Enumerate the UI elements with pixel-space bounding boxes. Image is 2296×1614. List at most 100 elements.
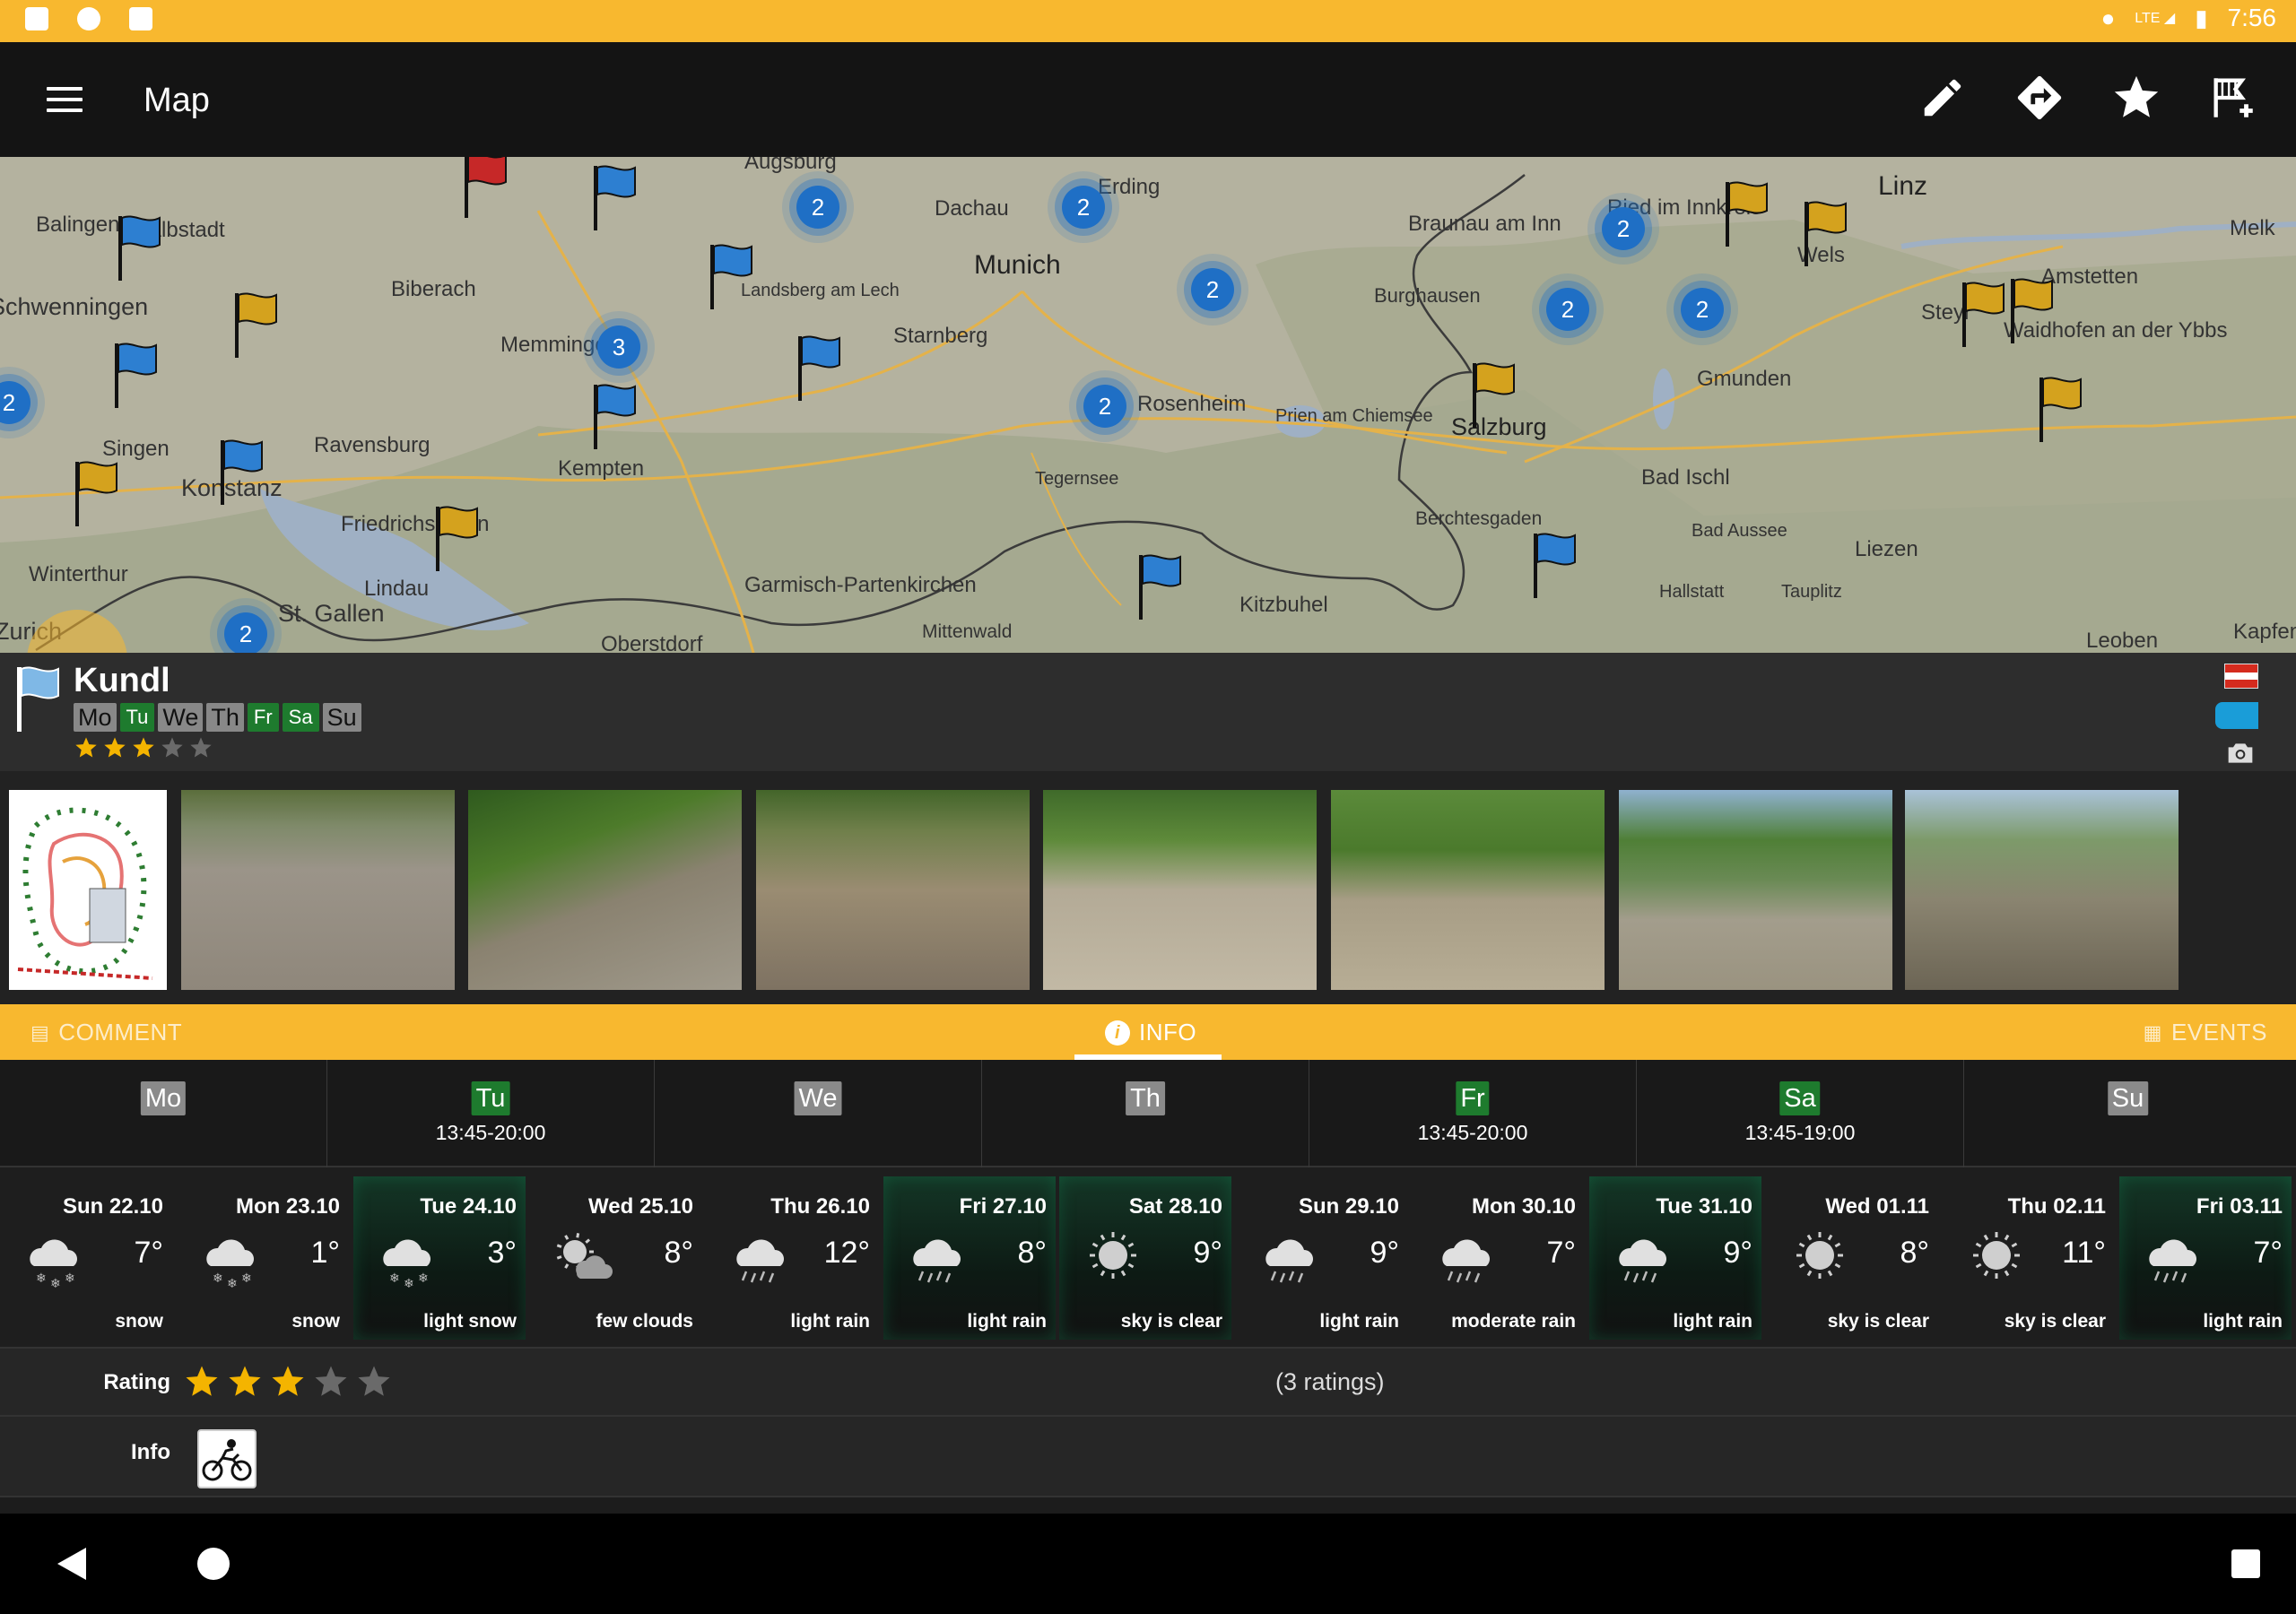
yellow-flag-marker[interactable] xyxy=(429,503,483,575)
map-label-liezen: Liezen xyxy=(1855,537,1918,561)
yellow-flag-marker[interactable] xyxy=(1955,279,2009,351)
blue-flag-marker[interactable] xyxy=(1132,551,1186,623)
blue-flag-marker[interactable] xyxy=(791,333,845,404)
sync-notification-icon xyxy=(77,7,100,30)
day-badge-th: Th xyxy=(206,703,244,732)
weather-day-card[interactable]: Mon 30.10 7° moderate rain xyxy=(1413,1176,1585,1340)
weather-temperature: 3° xyxy=(487,1236,517,1270)
track-photo[interactable] xyxy=(1043,790,1317,990)
weather-day-card[interactable]: Thu 26.10 12° light rain xyxy=(707,1176,879,1340)
tab-info[interactable]: i INFO xyxy=(1105,1019,1196,1046)
weather-forecast-strip[interactable]: Sun 22.10 ❄ ❄ ❄ 7° snow Mon 23.10 ❄ ❄ ❄ 1° snow Tue … xyxy=(0,1167,2296,1347)
svg-text:❄: ❄ xyxy=(241,1271,252,1285)
blue-flag-marker[interactable] xyxy=(111,213,165,284)
tab-comment[interactable]: ▤ COMMENT xyxy=(30,1019,182,1046)
sun-icon xyxy=(1796,1232,1843,1279)
day-badge-we: We xyxy=(158,703,204,732)
track-header[interactable]: Kundl Mo Tu We Th Fr Sa Su xyxy=(0,653,2296,771)
map-cluster-marker[interactable]: 2 xyxy=(796,186,839,229)
blue-flag-marker[interactable] xyxy=(108,340,161,412)
rating-stars-input[interactable] xyxy=(183,1363,393,1401)
category-tag xyxy=(2215,702,2258,729)
weather-day-card[interactable]: Sat 28.10 9° sky is clear xyxy=(1059,1176,1231,1340)
weather-day-card[interactable]: Mon 23.10 ❄ ❄ ❄ 1° snow xyxy=(177,1176,349,1340)
weather-description: few clouds xyxy=(596,1311,693,1332)
yellow-flag-marker[interactable] xyxy=(228,290,282,361)
map-label-biberach: Biberach xyxy=(391,277,476,301)
track-photo[interactable] xyxy=(1905,790,2179,990)
yellow-flag-marker[interactable] xyxy=(1797,198,1851,270)
track-name: Kundl xyxy=(74,662,170,699)
tab-events[interactable]: ▦ EVENTS xyxy=(2144,1019,2267,1046)
weather-temperature: 9° xyxy=(1193,1236,1222,1270)
weather-day-card[interactable]: Thu 02.11 11° sky is clear xyxy=(1943,1176,2115,1340)
track-photo[interactable] xyxy=(1619,790,1892,990)
map-cluster-marker[interactable]: 2 xyxy=(1083,385,1126,428)
weather-description: light rain xyxy=(790,1311,870,1332)
blue-flag-marker[interactable] xyxy=(587,162,640,234)
svg-text:❄: ❄ xyxy=(50,1276,61,1289)
track-layout-thumbnail[interactable] xyxy=(9,790,167,990)
map-label-augsburg: Augsburg xyxy=(744,157,837,174)
weather-day-card[interactable]: Wed 01.11 8° sky is clear xyxy=(1766,1176,1938,1340)
camera-icon[interactable] xyxy=(2226,741,2255,766)
map-view[interactable]: Augsburg Dachau Erding Munich Braunau am… xyxy=(0,157,2296,653)
day-badge-su: Su xyxy=(322,703,361,732)
red-flag-marker[interactable] xyxy=(457,157,511,221)
star-empty-icon xyxy=(190,737,212,758)
weather-day-card[interactable]: Wed 25.10 8° few clouds xyxy=(530,1176,702,1340)
map-cluster-marker[interactable]: 2 xyxy=(1546,288,1589,331)
map-label-oberstdorf: Oberstdorf xyxy=(601,632,703,653)
home-icon[interactable] xyxy=(197,1548,230,1580)
blue-flag-marker[interactable] xyxy=(1526,530,1580,602)
yellow-flag-marker[interactable] xyxy=(2032,374,2086,446)
map-label-burghausen: Burghausen xyxy=(1374,284,1481,307)
yellow-flag-marker[interactable] xyxy=(1718,178,1772,250)
weather-temperature: 7° xyxy=(134,1236,163,1270)
blue-flag-marker[interactable] xyxy=(213,437,267,508)
map-cluster-marker[interactable]: 2 xyxy=(1062,186,1105,229)
blue-flag-marker[interactable] xyxy=(587,381,640,453)
map-cluster-marker[interactable]: 2 xyxy=(1191,268,1234,311)
weather-day-card[interactable]: Tue 31.10 9° light rain xyxy=(1589,1176,1761,1340)
edit-icon[interactable] xyxy=(1916,71,1970,125)
hours-day-badge: Th xyxy=(1126,1081,1165,1115)
blue-flag-marker[interactable] xyxy=(703,241,757,313)
weather-day-card[interactable]: Fri 03.11 7° light rain xyxy=(2119,1176,2292,1340)
map-cluster-marker[interactable]: 3 xyxy=(597,325,640,369)
rain-icon xyxy=(913,1239,961,1283)
hours-day-badge: Tu xyxy=(471,1081,510,1115)
map-label-erding: Erding xyxy=(1098,175,1161,199)
map-cluster-marker[interactable]: 2 xyxy=(224,612,267,653)
weather-day-card[interactable]: Sun 22.10 ❄ ❄ ❄ 7° snow xyxy=(0,1176,172,1340)
hours-time: 13:45-19:00 xyxy=(1744,1121,1856,1144)
weather-date: Thu 26.10 xyxy=(770,1194,870,1219)
map-label-ravensburg: Ravensburg xyxy=(314,433,430,457)
motocross-icon[interactable] xyxy=(197,1429,257,1488)
add-track-icon[interactable] xyxy=(2206,71,2260,125)
track-photo[interactable] xyxy=(756,790,1030,990)
track-photo[interactable] xyxy=(1331,790,1605,990)
favorite-star-icon[interactable] xyxy=(2109,71,2163,125)
day-badge-tu: Tu xyxy=(119,703,155,732)
weather-day-card[interactable]: Sun 29.10 9° light rain xyxy=(1236,1176,1408,1340)
star-empty-icon xyxy=(358,1366,390,1396)
map-label-garmisch: Garmisch-Partenkirchen xyxy=(744,573,977,597)
back-icon[interactable] xyxy=(56,1546,88,1582)
yellow-flag-marker[interactable] xyxy=(68,458,122,530)
star-filled-icon xyxy=(272,1366,304,1396)
day-badge-fr: Fr xyxy=(247,703,279,732)
map-cluster-marker[interactable]: 2 xyxy=(1681,288,1724,331)
track-photo[interactable] xyxy=(468,790,742,990)
yellow-flag-marker[interactable] xyxy=(2004,275,2057,347)
recent-apps-icon[interactable] xyxy=(2231,1549,2260,1578)
hours-day-fr: Fr 13:45-20:00 xyxy=(1309,1060,1637,1167)
map-cluster-marker[interactable]: 2 xyxy=(1602,207,1645,250)
weather-day-card[interactable]: Tue 24.10 ❄ ❄ ❄ 3° light snow xyxy=(353,1176,526,1340)
track-photo[interactable] xyxy=(181,790,455,990)
photo-gallery[interactable] xyxy=(0,771,2296,1004)
hamburger-menu-icon[interactable] xyxy=(47,87,83,112)
directions-icon[interactable] xyxy=(2013,71,2066,125)
yellow-flag-marker[interactable] xyxy=(1465,360,1519,431)
weather-day-card[interactable]: Fri 27.10 8° light rain xyxy=(883,1176,1056,1340)
